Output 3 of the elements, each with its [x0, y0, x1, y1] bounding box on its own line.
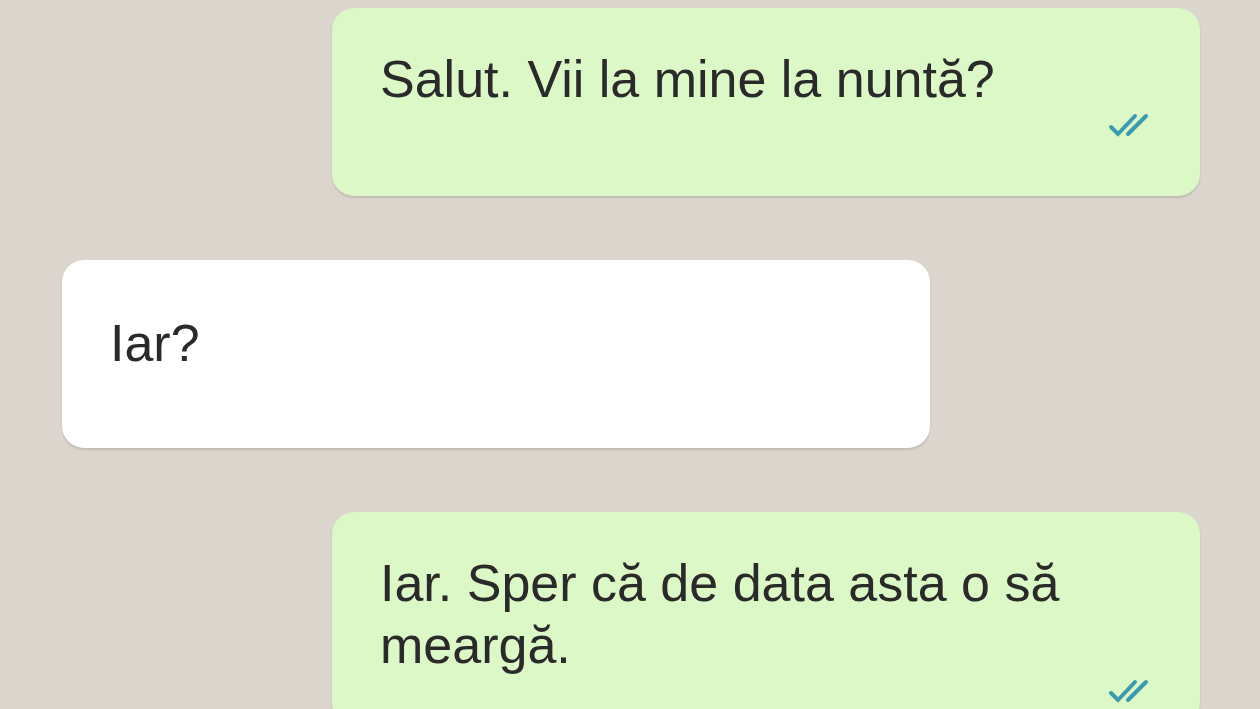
message-text: Iar. Sper că de data asta o să meargă. [380, 553, 1061, 676]
message-text: Iar? [110, 313, 201, 374]
message-text: Salut. Vii la mine la nuntă? [380, 49, 996, 110]
